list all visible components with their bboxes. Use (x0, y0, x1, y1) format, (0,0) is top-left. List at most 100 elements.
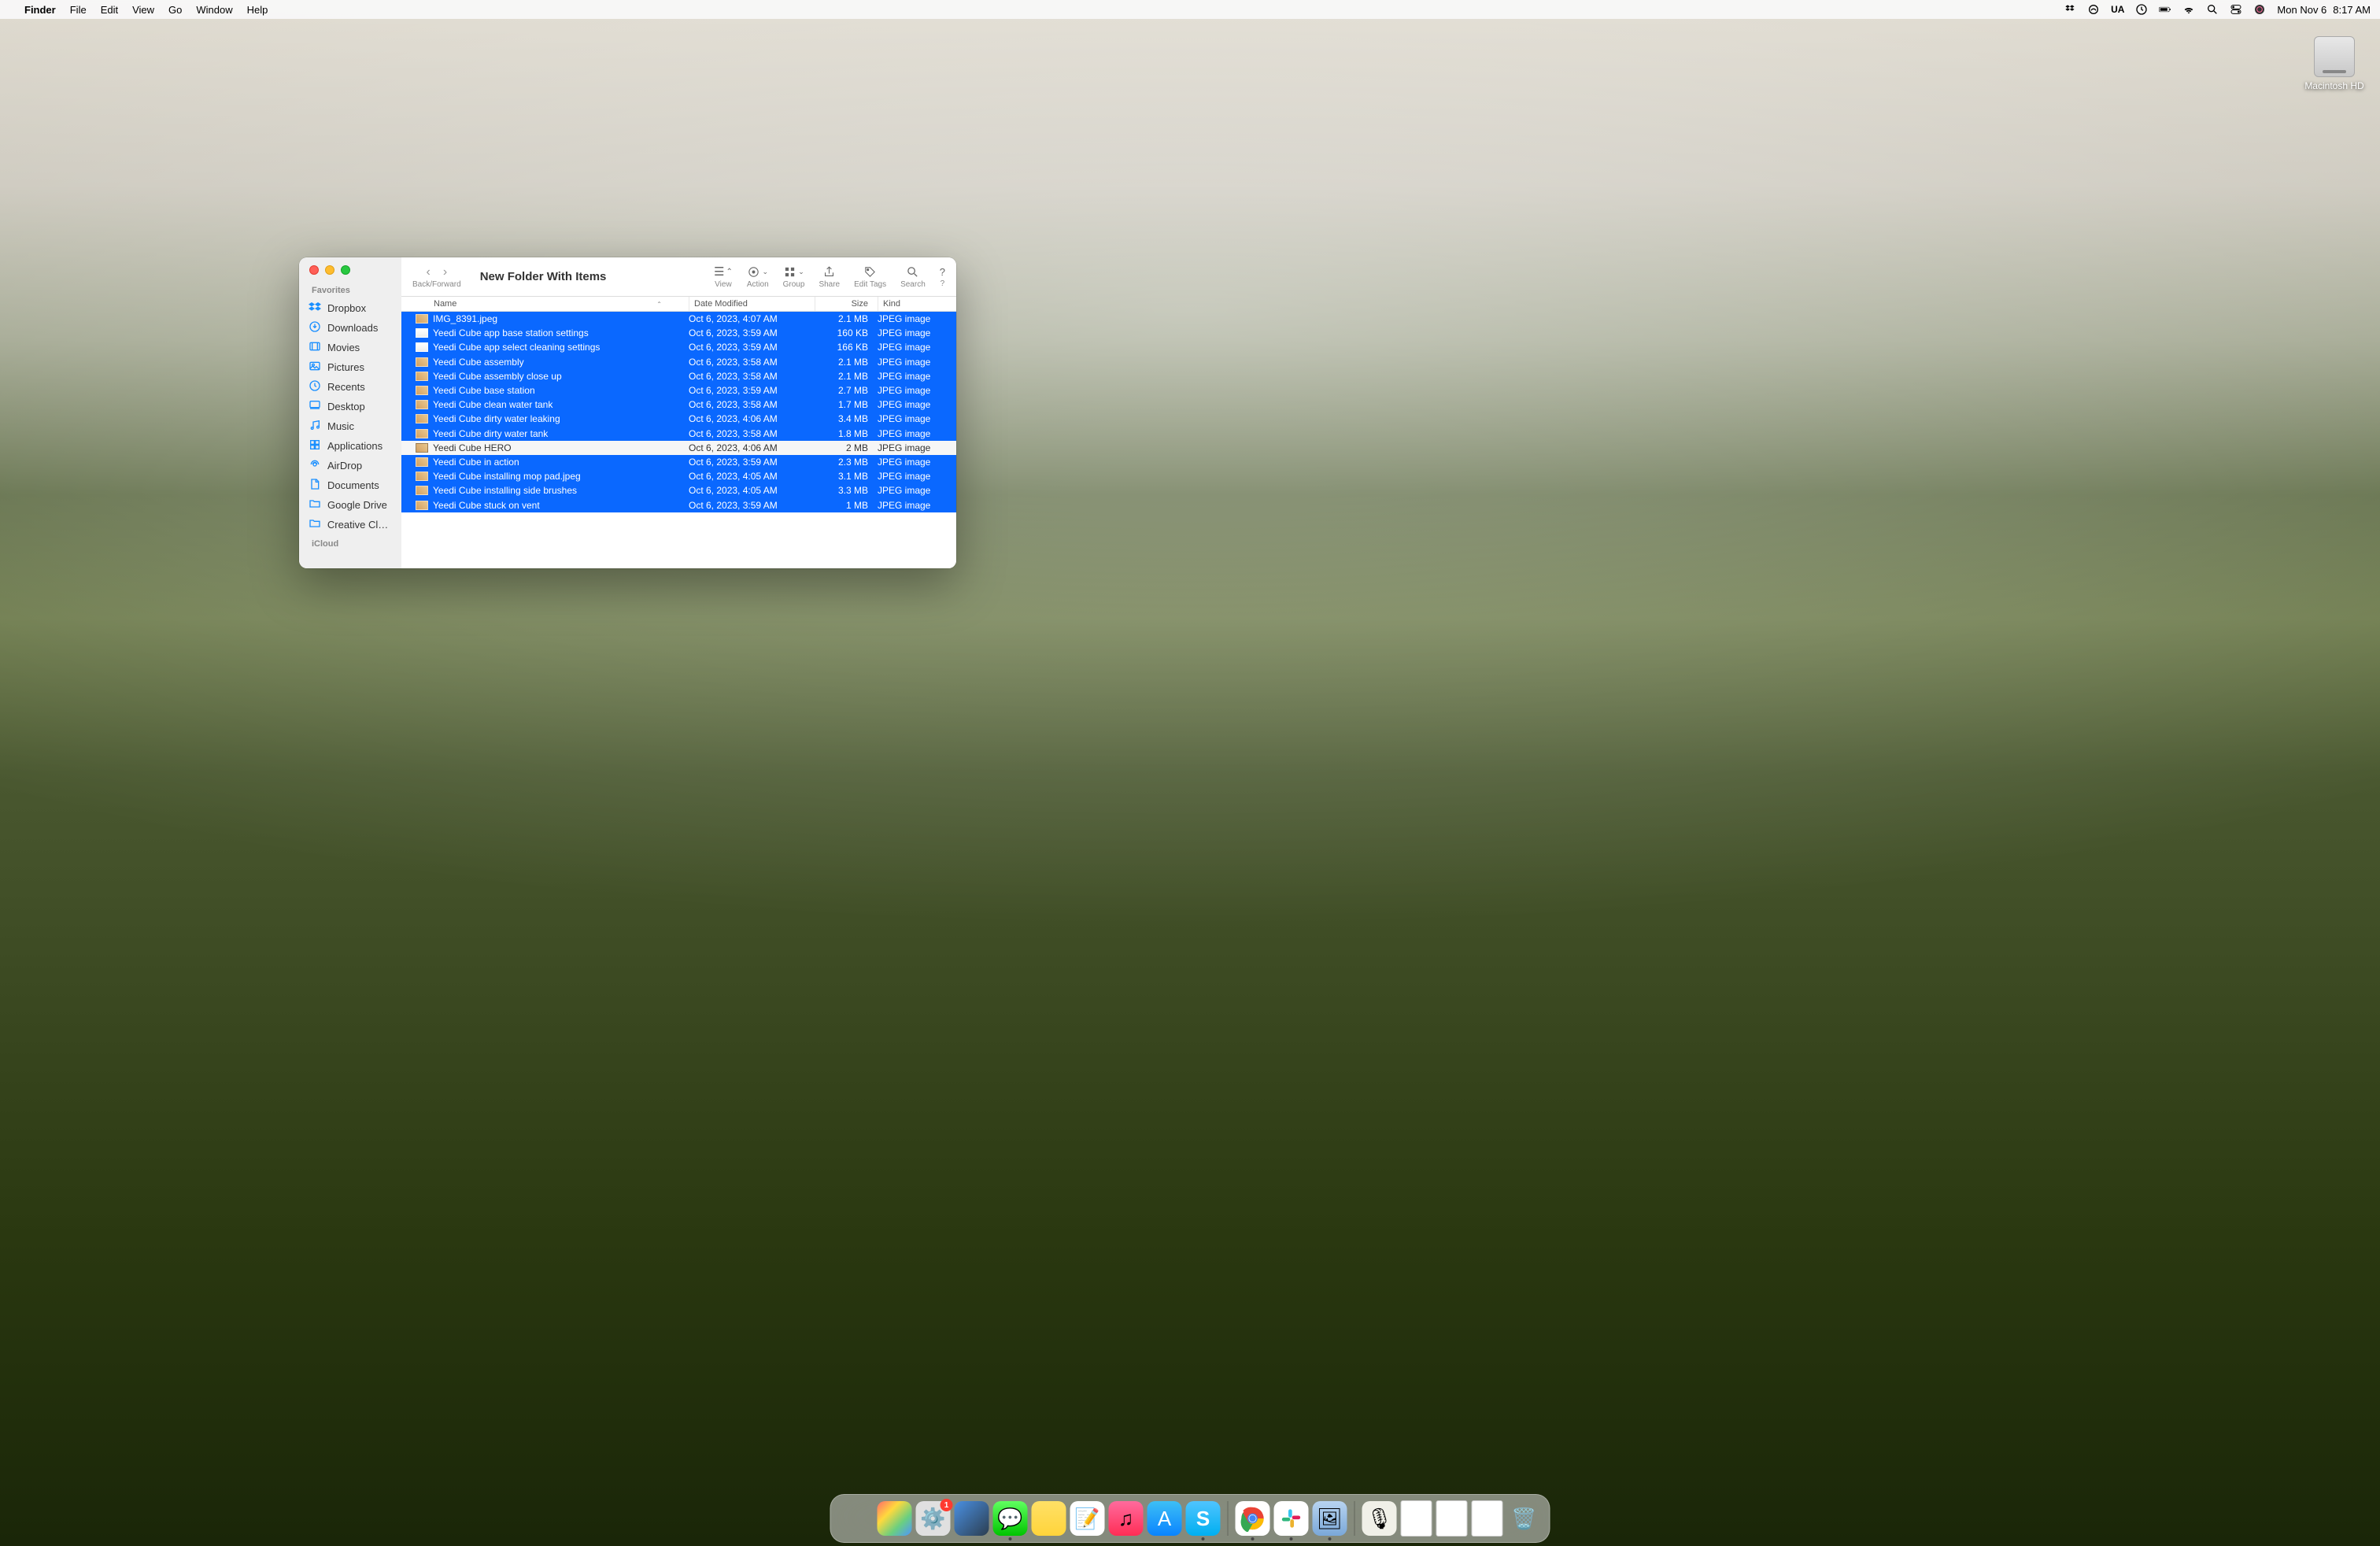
sidebar-item-label: Movies (327, 342, 360, 353)
file-kind: JPEG image (878, 428, 956, 439)
menu-file[interactable]: File (63, 4, 94, 16)
file-date: Oct 6, 2023, 3:59 AM (689, 500, 815, 511)
sidebar-item-pictures[interactable]: Pictures (299, 357, 401, 377)
file-row[interactable]: Yeedi Cube installing side brushesOct 6,… (401, 483, 956, 497)
share-icon (822, 265, 836, 279)
menu-help[interactable]: Help (240, 4, 275, 16)
date-time[interactable]: Mon Nov 6 8:17 AM (2277, 4, 2371, 16)
dock-recent-doc-1[interactable] (1401, 1500, 1432, 1537)
file-list[interactable]: IMG_8391.jpegOct 6, 2023, 4:07 AM2.1 MBJ… (401, 312, 956, 568)
dock-recent-doc-3[interactable] (1472, 1500, 1503, 1537)
toolbar-group[interactable]: ⌄ Group (783, 265, 805, 289)
column-date[interactable]: Date Modified (689, 297, 815, 311)
dock-trash[interactable]: 🗑️ (1507, 1501, 1542, 1536)
nav-label: Back/Forward (412, 280, 461, 289)
control-center-icon[interactable] (2230, 3, 2242, 16)
file-row[interactable]: Yeedi Cube base stationOct 6, 2023, 3:59… (401, 383, 956, 398)
dropbox-status-icon[interactable] (2064, 3, 2076, 16)
forward-button[interactable]: › (443, 265, 447, 279)
close-button[interactable] (309, 265, 319, 275)
file-row[interactable]: Yeedi Cube assemblyOct 6, 2023, 3:58 AM2… (401, 355, 956, 369)
sidebar-item-recents[interactable]: Recents (299, 377, 401, 397)
dock-skype[interactable]: S (1186, 1501, 1221, 1536)
dock-recent-doc-2[interactable] (1436, 1500, 1468, 1537)
nav-back-forward: ‹ › Back/Forward (412, 265, 461, 289)
finder-window: Favorites DropboxDownloadsMoviesPictures… (299, 257, 956, 568)
dock-messages[interactable]: 💬 (993, 1501, 1028, 1536)
sidebar-item-desktop[interactable]: Desktop (299, 397, 401, 416)
menu-go[interactable]: Go (161, 4, 189, 16)
sidebar-item-airdrop[interactable]: AirDrop (299, 456, 401, 475)
wifi-icon[interactable] (2182, 3, 2195, 16)
sidebar-item-google-drive[interactable]: Google Drive (299, 495, 401, 515)
sidebar-item-downloads[interactable]: Downloads (299, 318, 401, 338)
file-row[interactable]: Yeedi Cube installing mop pad.jpegOct 6,… (401, 469, 956, 483)
file-date: Oct 6, 2023, 3:59 AM (689, 457, 815, 468)
file-row[interactable]: Yeedi Cube clean water tankOct 6, 2023, … (401, 398, 956, 412)
file-row[interactable]: Yeedi Cube dirty water tankOct 6, 2023, … (401, 427, 956, 441)
folder-icon (309, 517, 321, 532)
dock-chrome[interactable] (1236, 1501, 1270, 1536)
file-thumbnail-icon (416, 386, 428, 395)
file-date: Oct 6, 2023, 4:06 AM (689, 442, 815, 453)
file-thumbnail-icon (416, 328, 428, 338)
input-source-indicator[interactable]: UA (2111, 4, 2124, 15)
file-row[interactable]: Yeedi Cube app select cleaning settingsO… (401, 340, 956, 354)
file-name: Yeedi Cube in action (433, 457, 689, 468)
spotlight-icon[interactable] (2206, 3, 2219, 16)
file-row[interactable]: Yeedi Cube HEROOct 6, 2023, 4:06 AM2 MBJ… (401, 441, 956, 455)
sidebar-item-documents[interactable]: Documents (299, 475, 401, 495)
sidebar-item-label: Google Drive (327, 499, 387, 511)
file-date: Oct 6, 2023, 3:58 AM (689, 428, 815, 439)
dock-recent-app[interactable]: 🎙 (1362, 1501, 1397, 1536)
file-size: 160 KB (815, 327, 878, 338)
file-row[interactable]: Yeedi Cube dirty water leakingOct 6, 202… (401, 412, 956, 426)
dock-music[interactable]: ♫ (1109, 1501, 1144, 1536)
siri-icon[interactable] (2253, 3, 2266, 16)
back-button[interactable]: ‹ (427, 265, 431, 279)
dock-app-store[interactable]: A (1148, 1501, 1182, 1536)
file-row[interactable]: Yeedi Cube stuck on ventOct 6, 2023, 3:5… (401, 497, 956, 512)
dock-system-settings[interactable]: ⚙️1 (916, 1501, 951, 1536)
file-row[interactable]: Yeedi Cube app base station settingsOct … (401, 326, 956, 340)
app-menu[interactable]: Finder (17, 4, 63, 16)
dock-mission-control[interactable] (955, 1501, 989, 1536)
file-date: Oct 6, 2023, 3:59 AM (689, 342, 815, 353)
file-kind: JPEG image (878, 457, 956, 468)
column-kind[interactable]: Kind (878, 297, 956, 311)
column-name[interactable]: Name (429, 297, 689, 311)
window-title: New Folder With Items (475, 270, 700, 283)
column-headers: Name ⌃ Date Modified Size Kind (401, 297, 956, 312)
file-thumbnail-icon (416, 486, 428, 495)
creative-cloud-status-icon[interactable] (2087, 3, 2100, 16)
file-row[interactable]: IMG_8391.jpegOct 6, 2023, 4:07 AM2.1 MBJ… (401, 312, 956, 326)
menu-view[interactable]: View (125, 4, 161, 16)
file-row[interactable]: Yeedi Cube assembly close upOct 6, 2023,… (401, 369, 956, 383)
sidebar-item-creative-clo-[interactable]: Creative Clo… (299, 515, 401, 534)
toolbar-action[interactable]: ⌄ Action (747, 265, 769, 289)
toolbar-search[interactable]: Search (900, 265, 926, 289)
toolbar-tags[interactable]: Edit Tags (854, 265, 886, 289)
sidebar-item-movies[interactable]: Movies (299, 338, 401, 357)
column-size[interactable]: Size (815, 297, 878, 311)
battery-icon[interactable] (2159, 3, 2171, 16)
dock-slack[interactable] (1274, 1501, 1309, 1536)
minimize-button[interactable] (325, 265, 334, 275)
desktop-icon-macintosh-hd[interactable]: Macintosh HD (2303, 36, 2366, 91)
menu-window[interactable]: Window (189, 4, 239, 16)
sidebar-item-music[interactable]: Music (299, 416, 401, 436)
file-row[interactable]: Yeedi Cube in actionOct 6, 2023, 3:59 AM… (401, 455, 956, 469)
sidebar-item-applications[interactable]: Applications (299, 436, 401, 456)
toolbar-view[interactable]: ☰ ⌃ View (714, 264, 733, 289)
file-name: Yeedi Cube dirty water tank (433, 428, 689, 439)
dock-notes[interactable] (1032, 1501, 1066, 1536)
dock-freeform[interactable]: 📝 (1070, 1501, 1105, 1536)
toolbar-help[interactable]: ? ? (940, 266, 945, 288)
sidebar-item-dropbox[interactable]: Dropbox (299, 298, 401, 318)
time-machine-icon[interactable] (2135, 3, 2148, 16)
dock-launchpad[interactable] (878, 1501, 912, 1536)
menu-edit[interactable]: Edit (94, 4, 125, 16)
fullscreen-button[interactable] (341, 265, 350, 275)
toolbar-share[interactable]: Share (819, 265, 840, 289)
dock-preview[interactable]: 🖼 (1313, 1501, 1347, 1536)
